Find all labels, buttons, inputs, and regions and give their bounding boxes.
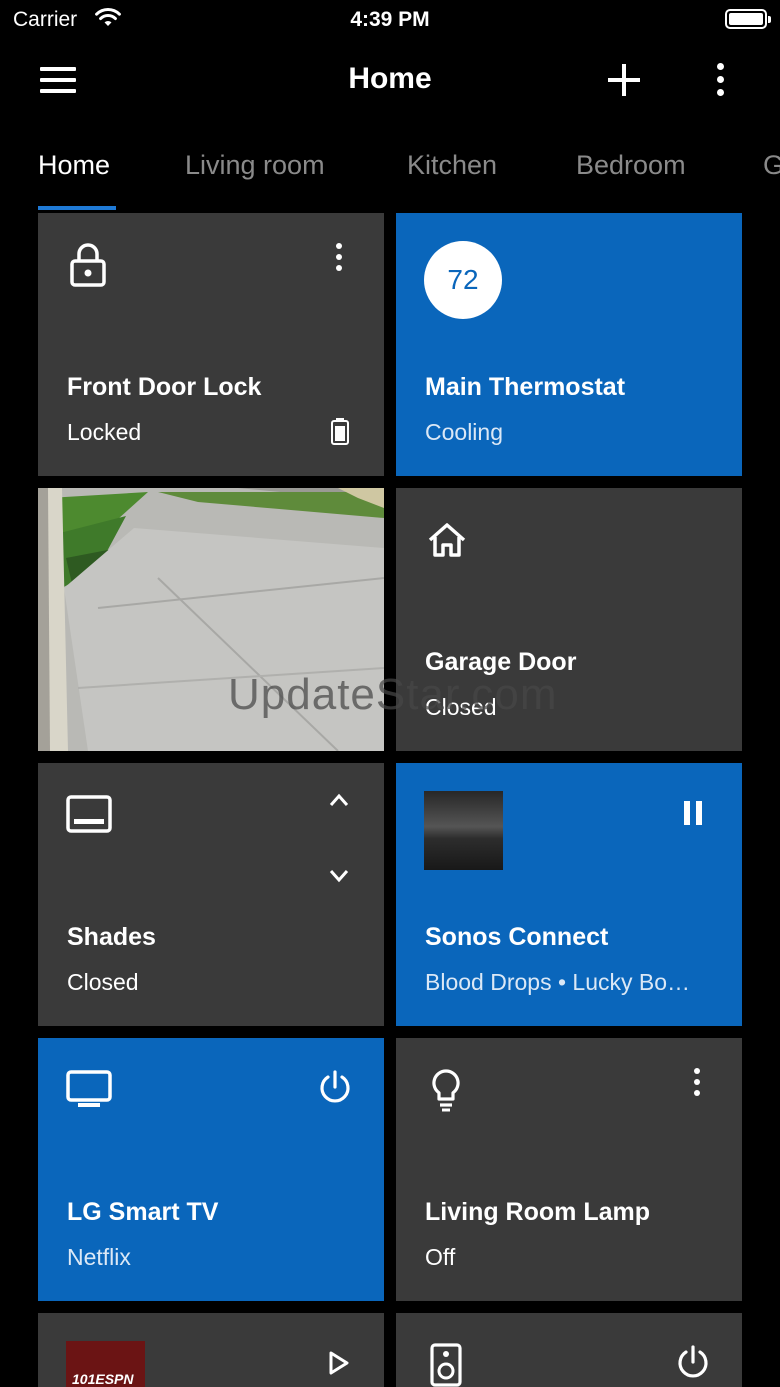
tile-status: Cooling: [425, 419, 503, 445]
tile-status: Netflix: [67, 1244, 131, 1270]
tile-title: Sonos Connect: [425, 923, 609, 951]
watermark: UpdateStar.com: [228, 670, 558, 719]
pause-icon[interactable]: [682, 801, 704, 825]
tile-status: Closed: [67, 969, 139, 995]
light-bulb-icon: [432, 1069, 460, 1112]
tile-options-icon[interactable]: [687, 1068, 707, 1102]
tile-main-thermostat[interactable]: 72 Main Thermostat Cooling: [396, 213, 742, 476]
tile-title: LG Smart TV: [67, 1198, 219, 1226]
tab-overflow[interactable]: G: [763, 150, 780, 181]
tile-status: Off: [425, 1244, 456, 1270]
album-art-image: [424, 791, 503, 870]
menu-icon[interactable]: [40, 67, 76, 93]
tile-title: Living Room Lamp: [425, 1198, 650, 1226]
home-icon: [428, 523, 466, 557]
tile-title: Shades: [67, 923, 156, 951]
tile-speaker[interactable]: [396, 1313, 742, 1387]
lock-icon: [70, 243, 106, 287]
chevron-down-icon[interactable]: [329, 869, 349, 883]
tile-status: Blood Drops • Lucky Bo…: [425, 969, 691, 995]
tile-shades[interactable]: Shades Closed: [38, 763, 384, 1026]
speaker-icon: [430, 1343, 462, 1387]
shades-icon: [66, 795, 112, 833]
tile-title: Main Thermostat: [425, 373, 626, 401]
battery-level-icon: [331, 418, 349, 445]
power-icon[interactable]: [676, 1345, 710, 1379]
tile-sonos-connect[interactable]: Sonos Connect Blood Drops • Lucky Bo…: [396, 763, 742, 1026]
battery-icon: [725, 9, 771, 29]
tile-options-icon[interactable]: [329, 243, 349, 277]
tile-lg-smart-tv[interactable]: LG Smart TV Netflix: [38, 1038, 384, 1301]
tab-active-indicator: [38, 206, 116, 210]
tab-home[interactable]: Home: [38, 150, 110, 181]
tile-front-door-lock[interactable]: Front Door Lock Locked: [38, 213, 384, 476]
add-icon[interactable]: [606, 62, 642, 98]
tile-living-room-lamp[interactable]: Living Room Lamp Off: [396, 1038, 742, 1301]
tile-radio[interactable]: 101ESPN: [38, 1313, 384, 1387]
espn-album-text: 101ESPN: [72, 1371, 134, 1387]
tv-icon: [66, 1070, 112, 1107]
more-options-icon[interactable]: [710, 63, 732, 97]
tab-kitchen[interactable]: Kitchen: [407, 150, 497, 181]
power-icon[interactable]: [318, 1070, 352, 1104]
chevron-up-icon[interactable]: [329, 793, 349, 807]
status-bar: Carrier 4:39 PM: [0, 0, 780, 40]
play-icon[interactable]: [328, 1351, 350, 1375]
tab-bedroom[interactable]: Bedroom: [576, 150, 686, 181]
room-tabs: Home Living room Kitchen Bedroom G: [0, 140, 780, 212]
tile-title: Front Door Lock: [67, 373, 262, 401]
thermostat-temperature: 72: [424, 241, 502, 319]
app-header: Home: [0, 50, 780, 110]
clock: 4:39 PM: [350, 8, 430, 31]
tile-status: Locked: [67, 419, 142, 445]
espn-album-art: 101ESPN: [66, 1341, 145, 1387]
page-title: Home: [348, 62, 432, 95]
tab-living-room[interactable]: Living room: [185, 150, 325, 181]
